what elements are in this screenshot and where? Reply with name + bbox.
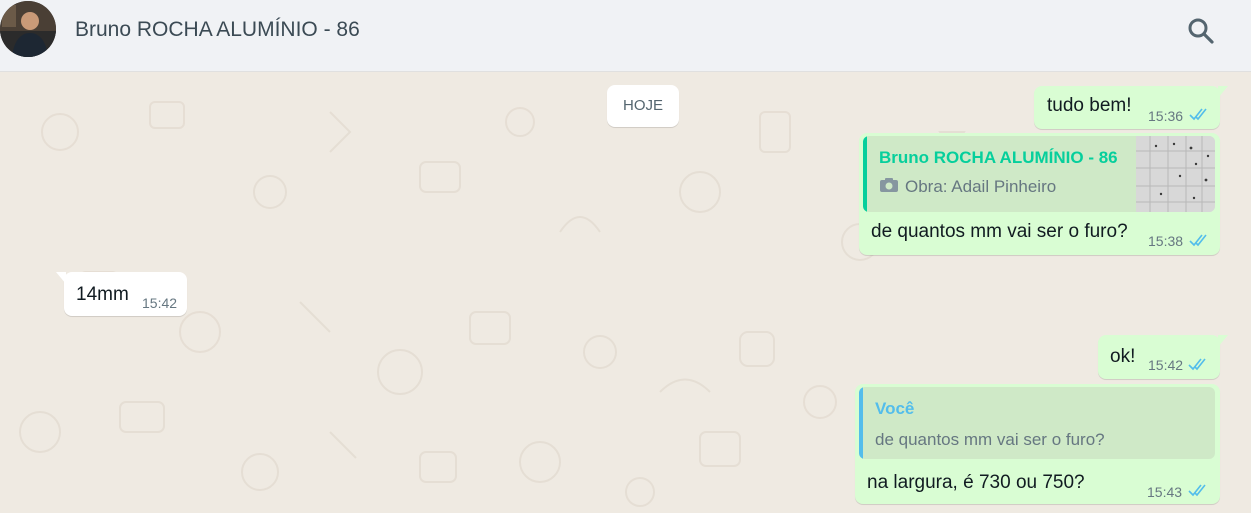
message-time: 15:36 (1148, 108, 1184, 124)
quoted-message[interactable]: Bruno ROCHA ALUMÍNIO - 86 Obra: Adail Pi… (863, 136, 1215, 212)
day-separator: HOJE (607, 85, 679, 127)
message-time: 15:42 (142, 295, 178, 311)
message-bubble-outgoing[interactable]: Bruno ROCHA ALUMÍNIO - 86 Obra: Adail Pi… (859, 133, 1220, 255)
message-bubble-outgoing[interactable]: Você de quantos mm vai ser o furo? na la… (855, 384, 1220, 504)
read-ticks-icon (1189, 234, 1207, 247)
quoted-message[interactable]: Você de quantos mm vai ser o furo? (859, 387, 1215, 459)
message-text: ok! (1110, 346, 1136, 367)
bubble-tail (56, 272, 66, 284)
message-text: na largura, é 730 ou 750? (867, 472, 1085, 493)
contact-avatar[interactable] (0, 1, 56, 57)
read-ticks-icon (1189, 108, 1207, 121)
message-text: 14mm (76, 284, 129, 305)
bubble-tail (1218, 335, 1228, 347)
message-time: 15:42 (1148, 357, 1184, 373)
chat-area[interactable]: HOJE tudo bem! 15:36 Bruno ROCHA ALUMÍNI… (0, 72, 1251, 513)
contact-name[interactable]: Bruno ROCHA ALUMÍNIO - 86 (75, 18, 360, 42)
avatar-photo-icon (0, 1, 56, 57)
message-time: 15:38 (1148, 233, 1184, 249)
message-time: 15:43 (1147, 484, 1183, 500)
bubble-tail (1218, 86, 1228, 98)
quote-bar (859, 387, 863, 459)
message-bubble-incoming[interactable]: 14mm 15:42 (56, 272, 187, 316)
message-bubble-outgoing[interactable]: ok! 15:42 (1098, 335, 1228, 379)
read-ticks-icon (1188, 358, 1206, 371)
quote-author: Você (875, 399, 915, 418)
read-ticks-icon (1188, 484, 1206, 497)
quote-author: Bruno ROCHA ALUMÍNIO - 86 (879, 148, 1118, 167)
search-icon (1188, 18, 1214, 44)
chat-header: Bruno ROCHA ALUMÍNIO - 86 (0, 0, 1251, 72)
message-text: tudo bem! (1047, 95, 1132, 116)
search-button[interactable] (1184, 14, 1218, 48)
quote-text: Obra: Adail Pinheiro (905, 177, 1057, 196)
quote-image-thumbnail (1136, 136, 1215, 212)
image-thumbnail-icon (1136, 136, 1215, 212)
camera-icon (880, 178, 898, 192)
quote-text: de quantos mm vai ser o furo? (875, 430, 1105, 449)
quote-bar (863, 136, 867, 212)
message-text: de quantos mm vai ser o furo? (871, 221, 1128, 242)
message-bubble-outgoing[interactable]: tudo bem! 15:36 (1034, 86, 1228, 129)
